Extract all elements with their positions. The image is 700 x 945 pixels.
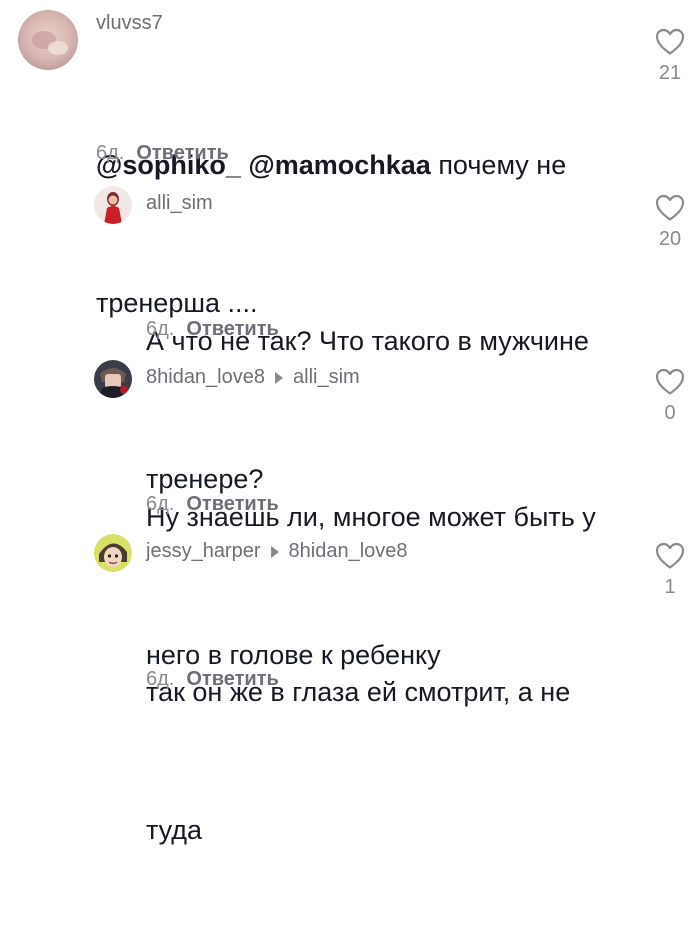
comment-text-line: туда — [146, 815, 203, 845]
comment-username-row: vluvss7 — [96, 12, 163, 35]
reply-button[interactable]: Ответить — [186, 493, 278, 515]
red-outfit-avatar-icon — [94, 186, 132, 224]
heart-icon[interactable] — [655, 542, 685, 570]
like-control: 21 — [650, 28, 690, 85]
comment-meta: 6д. Ответить — [146, 318, 279, 341]
comment-meta: 6д. Ответить — [146, 668, 279, 691]
comment-username-row: 8hidan_love8 alli_sim — [146, 366, 360, 389]
avatar[interactable] — [18, 10, 78, 70]
comment-username[interactable]: vluvss7 — [96, 12, 163, 35]
comment-username[interactable]: alli_sim — [146, 192, 213, 215]
like-count: 21 — [658, 62, 682, 84]
reply-button[interactable]: Ответить — [186, 318, 278, 340]
reply-arrow-icon — [275, 371, 283, 384]
comment-text: так он же в глаза ей смотрит, а не туда — [146, 577, 646, 945]
like-count: 0 — [664, 402, 676, 424]
like-control: 20 — [650, 194, 690, 251]
reply-button[interactable]: Ответить — [136, 142, 228, 164]
blurred-portrait-avatar-icon — [18, 10, 78, 70]
like-count: 20 — [658, 228, 682, 250]
reply-to-username[interactable]: alli_sim — [293, 366, 360, 389]
anime-character-avatar-icon — [94, 360, 132, 398]
reply-button[interactable]: Ответить — [186, 668, 278, 690]
comment-text-line: почему не — [438, 150, 567, 180]
cartoon-face-avatar-icon — [94, 534, 132, 572]
comment-meta: 6д. Ответить — [96, 142, 229, 165]
reply-to-username[interactable]: 8hidan_love8 — [289, 540, 408, 563]
heart-icon[interactable] — [655, 368, 685, 396]
comment-age: 6д. — [146, 668, 175, 690]
reply-arrow-icon — [270, 545, 279, 558]
comment-meta: 6д. Ответить — [146, 493, 279, 516]
like-control: 0 — [650, 368, 690, 425]
comment-age: 6д. — [146, 493, 175, 515]
avatar[interactable] — [94, 186, 132, 224]
comment-age: 6д. — [146, 318, 175, 340]
avatar[interactable] — [94, 534, 132, 572]
like-count: 1 — [664, 576, 676, 598]
avatar[interactable] — [94, 360, 132, 398]
mention-link[interactable]: @mamochkaa — [248, 150, 430, 180]
comment-username[interactable]: jessy_harper — [146, 540, 261, 563]
heart-icon[interactable] — [655, 28, 685, 56]
like-control: 1 — [650, 542, 690, 599]
comment-username[interactable]: 8hidan_love8 — [146, 366, 265, 389]
comment-age: 6д. — [96, 142, 125, 164]
comment-username-row: alli_sim — [146, 192, 213, 215]
comment-username-row: jessy_harper 8hidan_love8 — [146, 540, 408, 563]
heart-icon[interactable] — [655, 194, 685, 222]
